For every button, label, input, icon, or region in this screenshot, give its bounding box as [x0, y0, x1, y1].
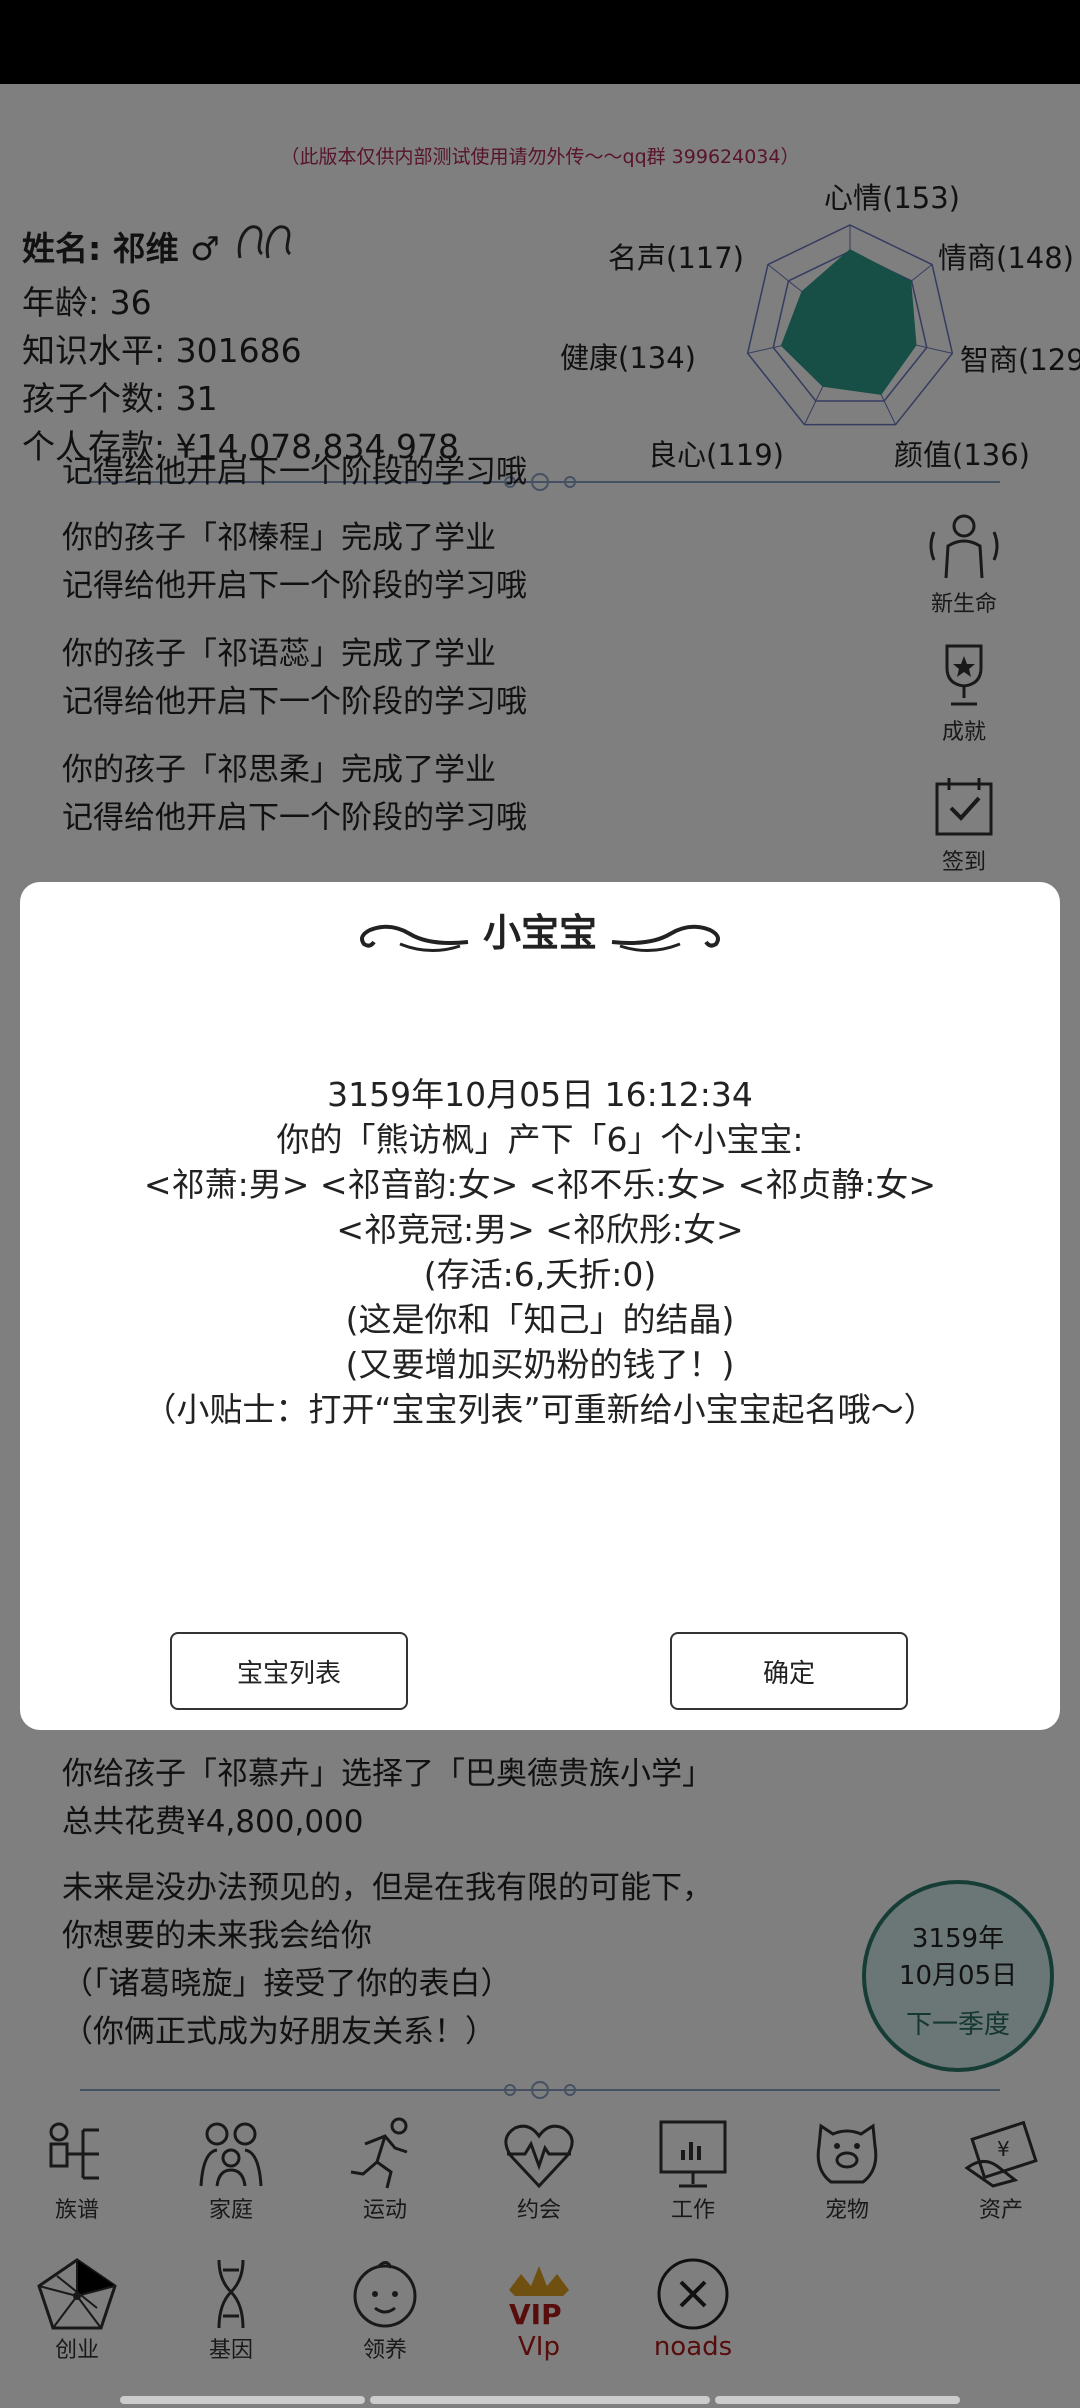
baby-dialog: 小宝宝 3159年10月05日 16:12:34 你的「熊访枫」产下「6」个小宝… [20, 882, 1060, 1730]
milk-note: (又要增加买奶粉的钱了！) [345, 1345, 735, 1384]
rename-tip: （小贴士：打开“宝宝列表”可重新给小宝宝起名哦～） [143, 1390, 937, 1429]
nav-indicator-right [715, 2396, 960, 2404]
birth-message: 你的「熊访枫」产下「6」个小宝宝: [276, 1120, 804, 1159]
baby-names-line-2: <祁竞冠:男> <祁欣彤:女> [336, 1210, 744, 1249]
dialog-title-bar: 小宝宝 [20, 902, 1060, 957]
baby-names-line-1: <祁萧:男> <祁音韵:女> <祁不乐:女> <祁贞静:女> [143, 1165, 937, 1204]
left-flourish-icon [359, 924, 468, 952]
confirm-button[interactable]: 确定 [670, 1632, 908, 1710]
birth-timestamp: 3159年10月05日 16:12:34 [327, 1075, 753, 1114]
right-flourish-icon [612, 924, 721, 952]
relationship-note: (这是你和「知己」的结晶) [345, 1300, 735, 1339]
survival-stats: (存活:6,夭折:0) [423, 1255, 657, 1294]
nav-indicator-left [120, 2396, 365, 2404]
baby-list-button[interactable]: 宝宝列表 [170, 1632, 408, 1710]
dialog-body: 3159年10月05日 16:12:34 你的「熊访枫」产下「6」个小宝宝: <… [20, 1072, 1060, 1432]
nav-indicator-center [370, 2396, 710, 2404]
dialog-title: 小宝宝 [482, 911, 597, 955]
status-bar [0, 0, 1080, 84]
